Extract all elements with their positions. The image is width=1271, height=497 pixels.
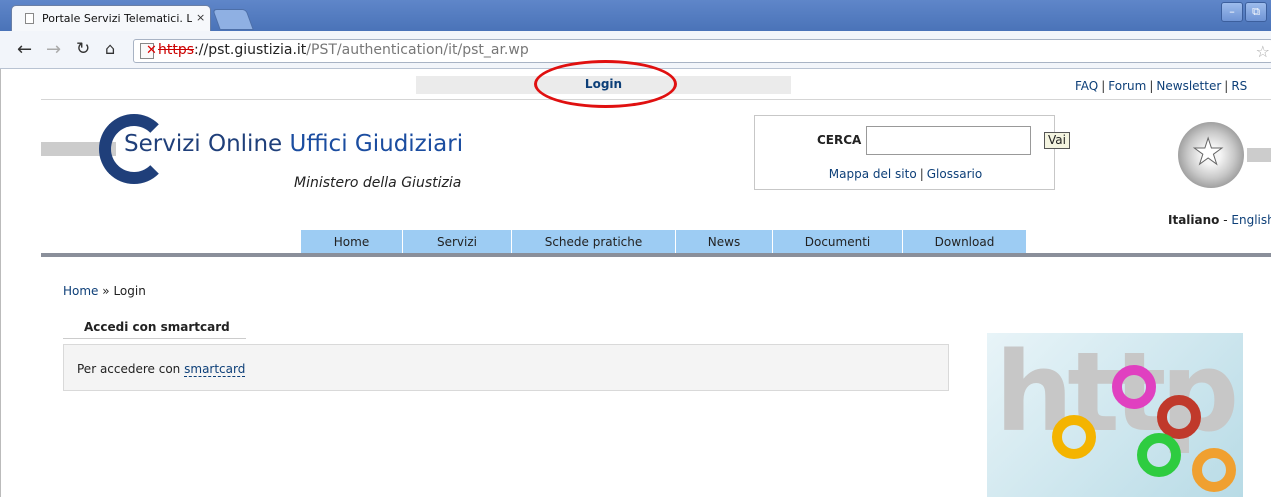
back-arrow-icon[interactable]: ← [17, 39, 32, 60]
annotation-red-circle [534, 60, 677, 108]
emblem-bar [1247, 148, 1271, 162]
url-text: https://pst.giustizia.it/PST/authenticat… [158, 42, 529, 58]
glossary-link[interactable]: Glossario [927, 167, 982, 181]
maximize-button[interactable]: ⧉ [1245, 2, 1267, 22]
nav-news[interactable]: News [676, 230, 773, 254]
info-text-wrap: Per accedere con smartcard [77, 362, 246, 377]
newsletter-link[interactable]: Newsletter [1156, 79, 1221, 93]
sitemap-link[interactable]: Mappa del sito [829, 167, 917, 181]
title-underline [63, 338, 246, 339]
nav-schede-pratiche[interactable]: Schede pratiche [512, 230, 676, 254]
nav-home[interactable]: Home [301, 230, 403, 254]
nav-servizi[interactable]: Servizi [403, 230, 512, 254]
forward-arrow-icon[interactable]: → [46, 39, 61, 60]
star-icon: ★ [1191, 132, 1225, 174]
minimize-button[interactable]: – [1221, 2, 1243, 22]
ministry-subtitle: Ministero della Giustizia [294, 175, 462, 191]
logo-text-part2: Uffici Giudiziari [289, 131, 464, 157]
red-key-icon [1157, 395, 1201, 439]
forum-link[interactable]: Forum [1108, 79, 1146, 93]
logo-text-part1: Servizi Online [124, 131, 283, 157]
keys-image: http: [987, 333, 1243, 497]
lang-english[interactable]: English [1231, 213, 1271, 227]
lang-separator: - [1223, 213, 1228, 227]
yellow-key-icon [1052, 415, 1096, 459]
green-key-icon [1137, 433, 1181, 477]
smartcard-link[interactable]: smartcard [184, 362, 246, 377]
language-switch: Italiano - English [1168, 213, 1271, 227]
home-icon[interactable]: ⌂ [105, 39, 115, 58]
url-scheme: https [158, 42, 195, 58]
tab-title: Portale Servizi Telematici. Lo [42, 12, 192, 25]
section-title: Accedi con smartcard [84, 320, 230, 334]
search-button[interactable]: Vai [1044, 132, 1070, 149]
nav-documenti[interactable]: Documenti [773, 230, 903, 254]
search-links: Mappa del sito | Glossario [828, 167, 983, 181]
nav-download[interactable]: Download [903, 230, 1027, 254]
orange-key-icon [1192, 448, 1236, 492]
browser-tab[interactable]: Portale Servizi Telematici. Lo × [11, 5, 211, 31]
site-logo-text[interactable]: Servizi Online Uffici Giudiziari [124, 131, 463, 157]
breadcrumb-current: Login [113, 284, 146, 298]
smartcard-info-box: Per accedere con smartcard [63, 344, 949, 391]
new-tab-button[interactable] [212, 9, 254, 30]
search-input[interactable] [866, 126, 1031, 155]
search-label: CERCA [817, 133, 862, 147]
window-controls: – ⧉ [1221, 2, 1267, 24]
close-tab-icon[interactable]: × [196, 11, 205, 24]
pink-key-icon [1112, 365, 1156, 409]
url-host: ://pst.giustizia.it [194, 42, 307, 58]
browser-tabstrip: Portale Servizi Telematici. Lo × – ⧉ [0, 0, 1271, 31]
url-path: /PST/authentication/it/pst_ar.wp [306, 42, 529, 58]
page-icon [25, 13, 34, 24]
bookmark-star-icon[interactable]: ☆ [1256, 42, 1270, 61]
top-links: FAQ | Forum | Newsletter | RS [1075, 79, 1248, 93]
web-page: Login FAQ | Forum | Newsletter | RS Servizi On… [0, 69, 1271, 497]
faq-link[interactable]: FAQ [1075, 79, 1098, 93]
italian-republic-emblem: ★ [1178, 122, 1244, 188]
main-nav: Home Servizi Schede pratiche News Docume… [301, 230, 1027, 254]
search-box: CERCA Vai Mappa del sito | Glossario [754, 115, 1070, 190]
address-bar[interactable]: ✕ https://pst.giustizia.it/PST/authentic… [133, 39, 1271, 63]
info-text: Per accedere con [77, 362, 181, 376]
nav-divider [41, 253, 1271, 257]
reload-icon[interactable]: ↻ [76, 39, 90, 59]
insecure-x-icon: ✕ [146, 43, 157, 58]
breadcrumb-home[interactable]: Home [63, 284, 98, 298]
breadcrumb-separator: » [102, 284, 110, 298]
breadcrumb: Home » Login [63, 284, 146, 298]
lang-italian[interactable]: Italiano [1168, 213, 1219, 227]
rss-link[interactable]: RS [1231, 79, 1247, 93]
